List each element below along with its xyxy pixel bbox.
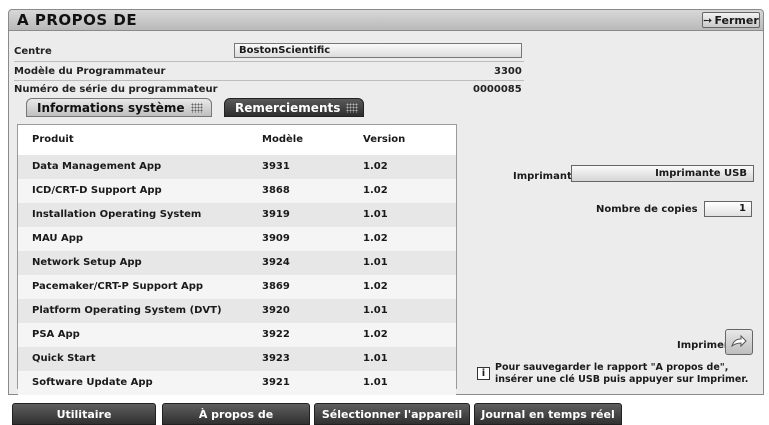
table-row: Pacemaker/CRT-P Support App 3869 1.02 [18,275,456,299]
nav-realtime-log[interactable]: Journal en temps réel [474,403,622,425]
copies-label: Nombre de copies [596,204,698,215]
nav-utilitaire[interactable]: Utilitaire [12,403,156,425]
cell-product: PSA App [32,329,80,340]
copies-input[interactable]: 1 [704,201,752,217]
tab-label: Informations système [37,100,185,115]
table-row: Network Setup App 3924 1.01 [18,251,456,275]
serial-number-label: Numéro de série du programmateur [14,84,218,95]
cell-version: 1.02 [363,329,388,340]
header-model: Modèle [262,134,303,145]
cell-version: 1.02 [363,161,388,172]
cell-model: 3919 [262,209,290,220]
table-header: Produit Modèle Version [18,125,456,155]
table-row: PSA App 3922 1.02 [18,323,456,347]
printer-select[interactable]: Imprimante USB [571,165,754,182]
grid-icon [190,102,203,113]
title-bar: A PROPOS DE ➘ Fermer [8,9,764,31]
cell-product: Quick Start [32,353,96,364]
tab-label: Remerciements [235,100,341,115]
cell-version: 1.01 [363,257,388,268]
info-icon: i [477,367,490,380]
cell-model: 3921 [262,377,290,388]
table-row: Platform Operating System (DVT) 3920 1.0… [18,299,456,323]
tab-acknowledgements[interactable]: Remerciements [224,98,364,117]
cell-version: 1.02 [363,233,388,244]
cell-version: 1.01 [363,353,388,364]
programmer-model-value: 3300 [494,66,522,77]
serial-number-value: 0000085 [473,84,522,95]
header-product: Produit [32,134,74,145]
cell-product: Network Setup App [32,257,142,268]
divider [14,80,524,81]
cell-model: 3868 [262,185,290,196]
software-version-table: Produit Modèle Version Data Management A… [17,124,457,395]
table-body: Data Management App 3931 1.02 ICD/CRT-D … [18,155,456,395]
cell-product: ICD/CRT-D Support App [32,185,162,196]
table-row: Data Management App 3931 1.02 [18,155,456,179]
table-row: Software Update App 3921 1.01 [18,371,456,395]
divider [14,61,524,62]
tab-system-info[interactable]: Informations système [26,98,212,117]
cell-product: Installation Operating System [32,209,202,220]
cell-version: 1.01 [363,377,388,388]
close-button-label: Fermer [714,13,759,27]
grid-icon [346,102,359,113]
header-version: Version [363,134,406,145]
table-row: ICD/CRT-D Support App 3868 1.02 [18,179,456,203]
usb-note: Pour sauvegarder le rapport "A propos de… [495,362,749,385]
cell-version: 1.02 [363,185,388,196]
cell-product: Platform Operating System (DVT) [32,305,222,316]
print-button[interactable] [725,329,753,355]
print-label: Imprimer [677,340,729,351]
close-button[interactable]: ➘ Fermer [699,12,760,28]
page-title: A PROPOS DE [17,11,138,29]
cell-model: 3909 [262,233,290,244]
cell-product: MAU App [32,233,84,244]
cell-model: 3869 [262,281,290,292]
table-row: MAU App 3909 1.02 [18,227,456,251]
cell-version: 1.01 [363,305,388,316]
cell-model: 3920 [262,305,290,316]
center-label: Centre [14,46,52,57]
cell-model: 3922 [262,329,290,340]
cell-model: 3931 [262,161,290,172]
table-row: Installation Operating System 3919 1.01 [18,203,456,227]
table-row: Quick Start 3923 1.01 [18,347,456,371]
nav-a-propos[interactable]: À propos de [162,403,310,425]
nav-select-device[interactable]: Sélectionner l'appareil [314,403,470,425]
cell-product: Pacemaker/CRT-P Support App [32,281,204,292]
cell-product: Data Management App [32,161,162,172]
cell-product: Software Update App [32,377,153,388]
cell-model: 3924 [262,257,290,268]
arrow-icon: ➘ [699,12,716,28]
center-value-field: BostonScientific [234,43,522,58]
cell-version: 1.02 [363,281,388,292]
programmer-model-label: Modèle du Programmateur [14,66,166,77]
printer-label: Imprimante [513,171,579,182]
print-arrow-icon [731,335,747,348]
cell-model: 3923 [262,353,290,364]
cell-version: 1.01 [363,209,388,220]
